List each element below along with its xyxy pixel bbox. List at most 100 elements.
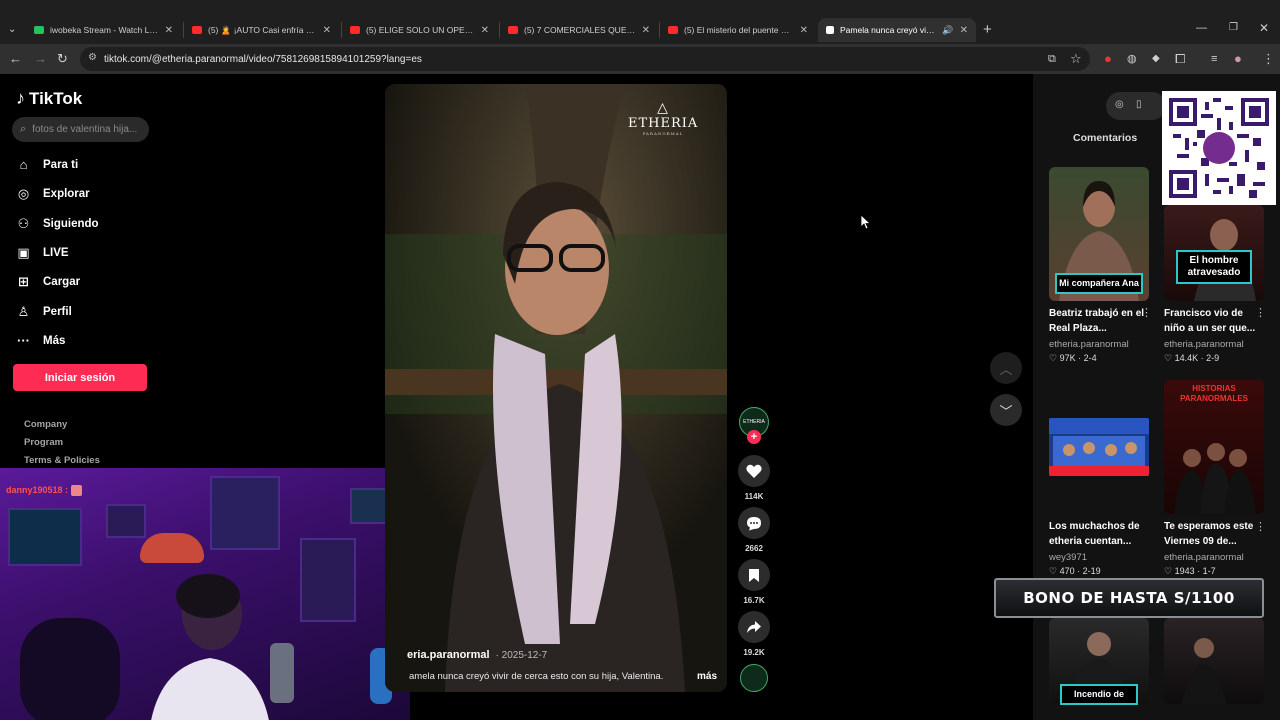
like-action[interactable]: 114K xyxy=(738,455,770,501)
related-video-title[interactable]: Los muchachos de etheria cuentan... xyxy=(1049,520,1145,549)
related-video-thumbnail[interactable] xyxy=(1164,618,1264,704)
comment-action[interactable]: 2662 xyxy=(738,507,770,553)
extension-diamond-icon[interactable]: ◆ xyxy=(1152,51,1160,67)
browser-tab-active[interactable]: Pamela nunca creyó vivir de 🔊 ✕ xyxy=(818,18,976,42)
video-options-icon[interactable]: ⋮ xyxy=(1255,520,1266,533)
browser-tab[interactable]: (5) ELIGE SOLO UN OPENING D ✕ xyxy=(342,18,497,42)
more-icon: ··· xyxy=(17,333,30,348)
related-video-title[interactable]: Francisco vio de niño a un ser que... xyxy=(1164,307,1260,336)
footer-link-terms[interactable]: Terms & Policies xyxy=(24,455,100,466)
video-player[interactable] xyxy=(385,84,727,692)
extension-icon[interactable]: ◍ xyxy=(1127,51,1137,67)
tab-comentarios[interactable]: Comentarios xyxy=(1073,132,1137,144)
related-video-author[interactable]: etheria.paranormal xyxy=(1049,339,1129,350)
site-info-icon[interactable]: ⚙ xyxy=(88,52,97,63)
tab-close-icon[interactable]: ✕ xyxy=(323,25,331,36)
back-icon[interactable]: ← xyxy=(9,51,22,67)
sound-avatar[interactable] xyxy=(740,664,768,692)
previous-video-button[interactable]: ︿ xyxy=(990,352,1022,384)
browser-tab[interactable]: (5) 7 COMERCIALES QUE SE PR ✕ xyxy=(500,18,658,42)
save-action[interactable]: 16.7K xyxy=(738,559,770,605)
related-video-stats: ♡ 97K · 2-4 xyxy=(1049,353,1097,363)
more-link[interactable]: más xyxy=(697,671,717,682)
address-bar[interactable]: ⚙ tiktok.com/@etheria.paranormal/video/7… xyxy=(80,47,1090,71)
new-tab-icon[interactable]: + xyxy=(983,21,992,38)
tiktok-logo[interactable]: ♪ TikTok xyxy=(16,88,82,109)
related-video-title[interactable]: Te esperamos este Viernes 09 de... xyxy=(1164,520,1260,549)
comment-icon[interactable] xyxy=(738,507,770,539)
video-description: amela nunca creyó vivir de cerca esto co… xyxy=(409,671,664,682)
follow-button[interactable]: + xyxy=(747,430,761,444)
menu-kebab-icon[interactable]: ⋮ xyxy=(1262,51,1275,67)
extension-red-icon[interactable]: ● xyxy=(1104,51,1112,67)
browser-tab[interactable]: (5) 🙎 ¡AUTO Casi enfría a FEK... ✕ xyxy=(184,18,339,42)
qr-pattern xyxy=(1169,98,1269,198)
tab-close-icon[interactable]: ✕ xyxy=(800,25,808,36)
related-video-stats: ♡ 470 · 2-19 xyxy=(1049,566,1101,576)
tab-favicon-icon xyxy=(34,26,44,34)
tab-close-icon[interactable]: ✕ xyxy=(165,25,173,36)
tab-search-icon[interactable]: ⌄ xyxy=(8,24,16,35)
reload-icon[interactable]: ↻ xyxy=(57,51,68,67)
mouse-cursor-icon xyxy=(861,215,871,230)
device-icon[interactable]: ▯ xyxy=(1136,99,1142,110)
related-video-author[interactable]: etheria.paranormal xyxy=(1164,552,1244,563)
nav-item-cargar[interactable]: ⊞ Cargar xyxy=(16,274,80,290)
video-options-icon[interactable]: ⋮ xyxy=(1255,306,1266,319)
related-video-title[interactable]: Beatriz trabajó en el Real Plaza... xyxy=(1049,307,1145,336)
nav-item-explorar[interactable]: ◎ Explorar xyxy=(16,186,90,202)
promo-banner: BONO DE HASTA S/1100 xyxy=(994,578,1264,618)
related-video-thumbnail[interactable] xyxy=(1049,418,1149,476)
search-input[interactable]: ⌕ fotos de valentina hija... xyxy=(12,117,149,142)
thumbnail-overlay-text: HISTORIAS PARANORMALES xyxy=(1180,384,1248,403)
footer-link-program[interactable]: Program xyxy=(24,437,63,448)
related-video-stats: ♡ 1943 · 1-7 xyxy=(1164,566,1216,576)
share-action[interactable]: 19.2K xyxy=(738,611,770,657)
save-count: 16.7K xyxy=(743,596,765,605)
nav-item-perfil[interactable]: ♙ Perfil xyxy=(16,304,72,320)
nav-item-mas[interactable]: ··· Más xyxy=(16,333,65,348)
tab-close-icon[interactable]: ✕ xyxy=(481,25,489,36)
related-video-author[interactable]: etheria.paranormal xyxy=(1164,339,1244,350)
related-video-author[interactable]: wey3971 xyxy=(1049,552,1087,563)
video-author[interactable]: eria.paranormal · 2025-12-7 xyxy=(407,649,547,661)
nav-item-live[interactable]: ▣ LIVE xyxy=(16,245,68,261)
like-count: 114K xyxy=(744,492,764,501)
profile-avatar-icon[interactable]: ● xyxy=(1234,51,1242,67)
video-options-icon[interactable]: ⋮ xyxy=(1141,306,1152,319)
restore-icon[interactable]: ❐ xyxy=(1229,22,1238,33)
search-icon: ⌕ xyxy=(20,123,27,135)
nav-item-siguiendo[interactable]: ⚇ Siguiendo xyxy=(16,216,99,232)
tab-close-icon[interactable]: ✕ xyxy=(642,25,650,36)
related-video-thumbnail[interactable]: HISTORIAS PARANORMALES xyxy=(1164,380,1264,514)
bookmark-icon[interactable] xyxy=(738,559,770,591)
install-app-icon[interactable]: ⧉ xyxy=(1048,51,1056,67)
bookmark-star-icon[interactable]: ☆ xyxy=(1070,51,1082,67)
extensions-puzzle-icon[interactable]: ⧠ xyxy=(1175,51,1185,67)
compass-small-icon[interactable]: ◎ xyxy=(1115,99,1124,110)
browser-tab[interactable]: iwobeka Stream - Watch Live o ✕ xyxy=(26,18,181,42)
profile-icon: ♙ xyxy=(17,304,30,319)
forward-icon[interactable]: → xyxy=(34,51,47,67)
close-window-icon[interactable]: ✕ xyxy=(1259,21,1269,35)
tiktok-favicon-icon xyxy=(826,26,834,34)
next-video-button[interactable]: ﹀ xyxy=(990,394,1022,426)
browser-tab[interactable]: (5) El misterio del puente dond ✕ xyxy=(660,18,816,42)
audio-playing-icon[interactable]: 🔊 xyxy=(942,25,953,36)
upload-icon: ⊞ xyxy=(18,274,29,289)
live-icon: ▣ xyxy=(17,245,30,260)
share-icon[interactable] xyxy=(738,611,770,643)
following-icon: ⚇ xyxy=(17,216,30,231)
heart-icon[interactable] xyxy=(738,455,770,487)
youtube-favicon-icon xyxy=(668,26,678,34)
minimize-icon[interactable]: — xyxy=(1196,22,1207,34)
media-controls-icon[interactable]: ≡ xyxy=(1211,51,1217,67)
tab-close-icon[interactable]: ✕ xyxy=(960,25,968,36)
chat-message: danny190518 : xyxy=(6,485,82,497)
login-button[interactable]: Iniciar sesión xyxy=(13,364,147,391)
thumbnail-overlay-text: Mi compañera Ana xyxy=(1055,273,1143,294)
youtube-favicon-icon xyxy=(192,26,202,34)
nav-item-para-ti[interactable]: ⌂ Para ti xyxy=(16,157,79,172)
compass-icon: ◎ xyxy=(17,186,30,201)
footer-link-company[interactable]: Company xyxy=(24,419,67,430)
